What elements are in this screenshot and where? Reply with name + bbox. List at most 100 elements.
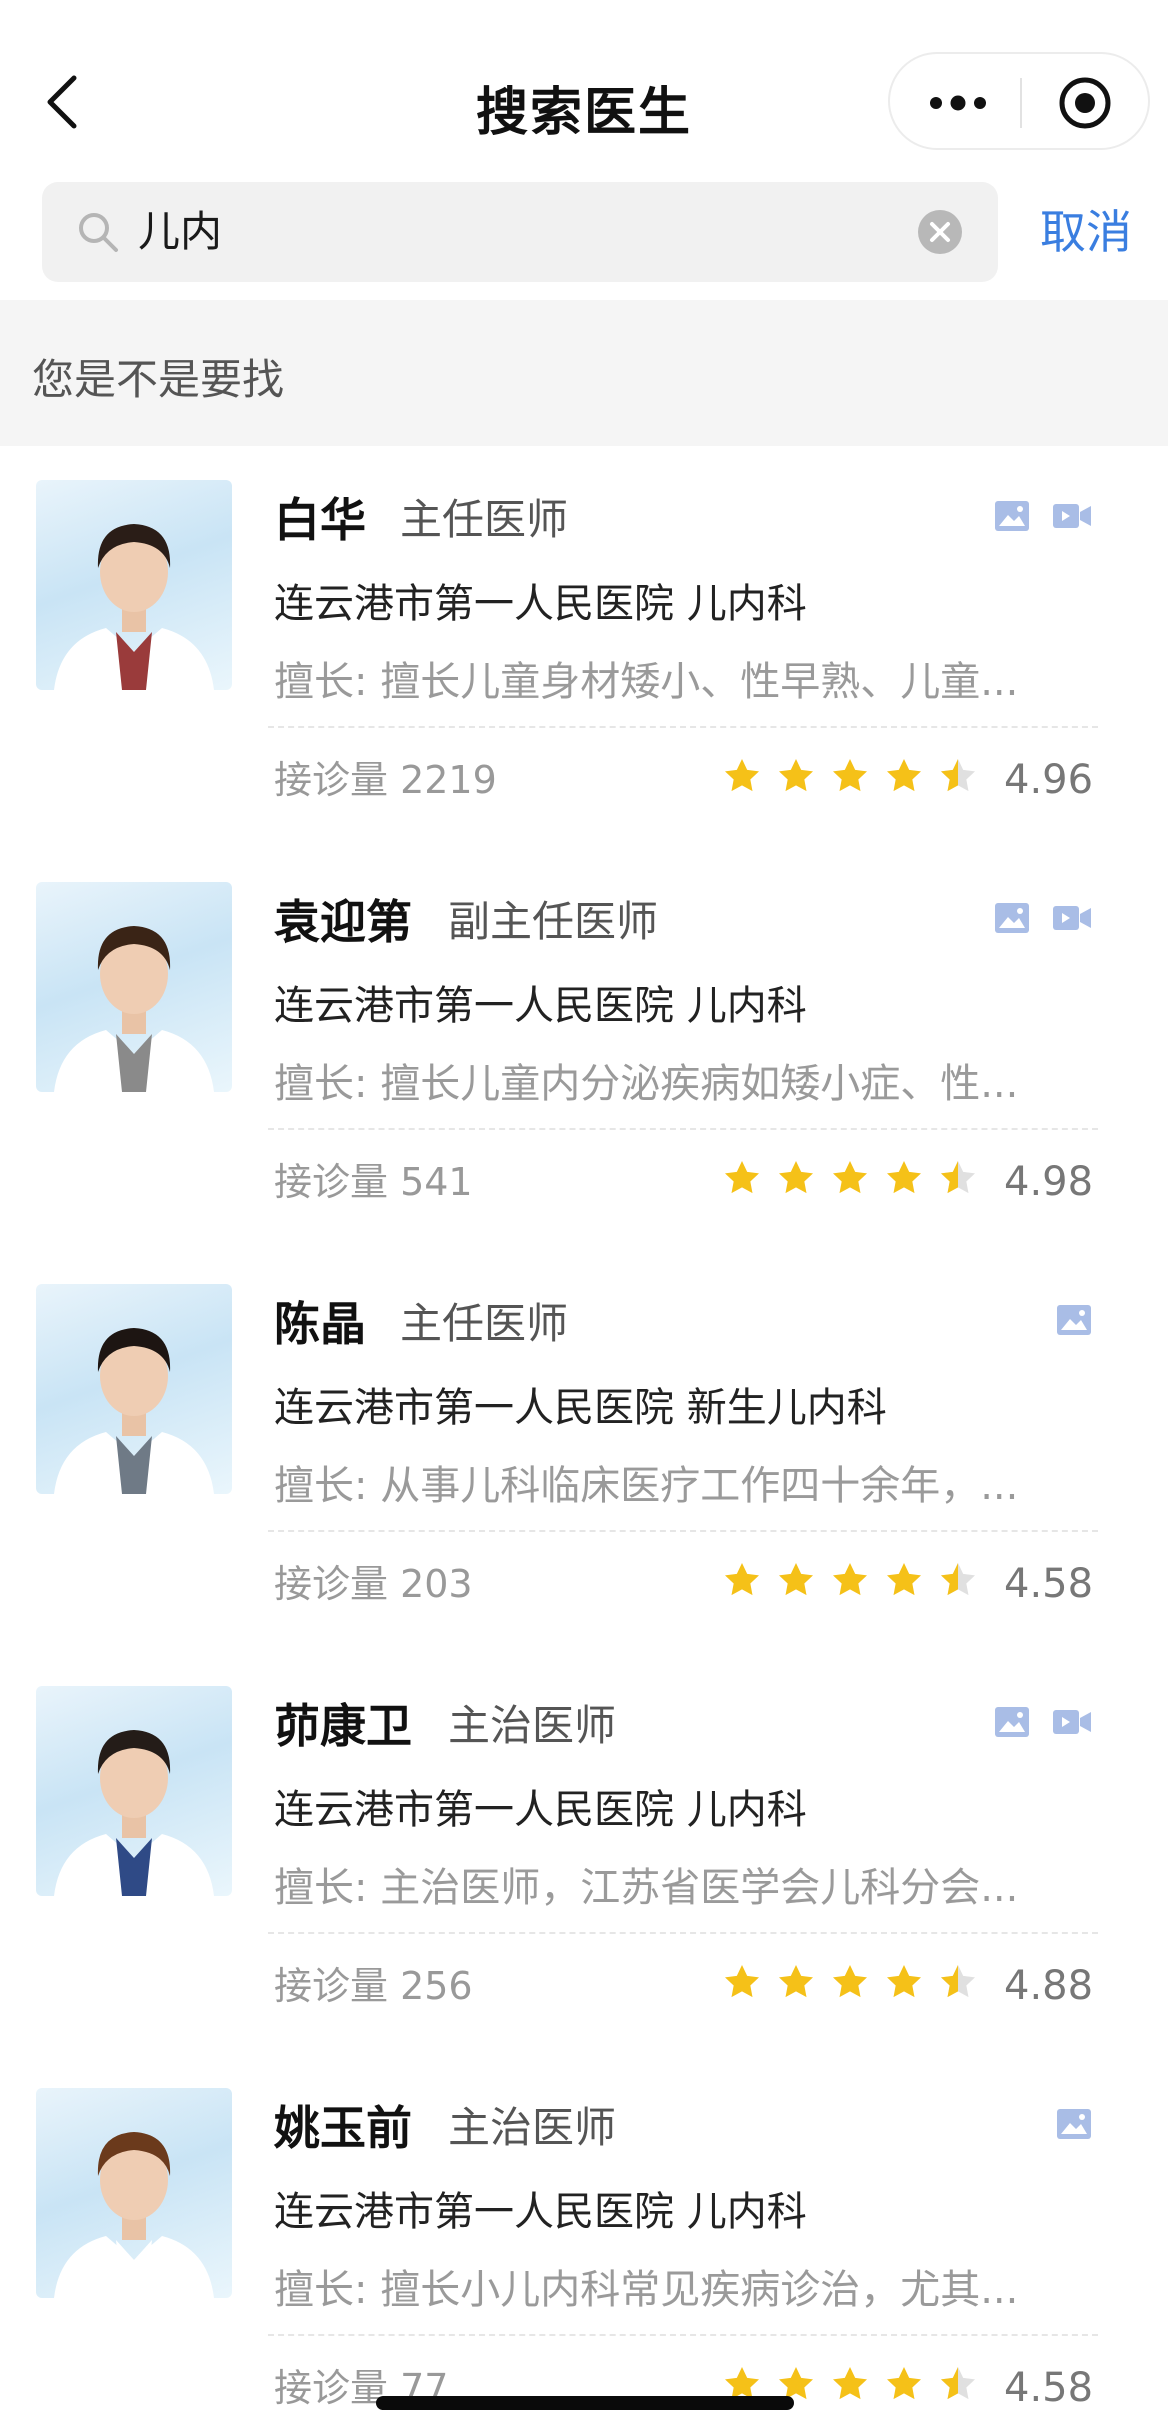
doctor-hospital: 连云港市第一人民医院 新生儿内科 <box>274 1385 887 1431</box>
doctor-title: 副主任医师 <box>448 897 659 946</box>
image-consult-icon[interactable] <box>994 902 1030 938</box>
close-icon <box>930 222 950 242</box>
star-full-icon <box>830 1560 870 1608</box>
more-button[interactable] <box>928 86 988 120</box>
target-circle-icon <box>1059 77 1111 129</box>
star-full-icon <box>776 1560 816 1608</box>
star-full-icon <box>776 756 816 804</box>
search-icon <box>79 213 118 252</box>
doctor-card[interactable]: 陈晶 主任医师 连云港市第一人民医院 新生儿内科 擅长: 从事儿科临床医疗工作四… <box>0 1250 1168 1652</box>
star-half-icon <box>938 1560 978 1608</box>
mini-program-capsule <box>888 52 1150 150</box>
star-full-icon <box>830 2364 870 2412</box>
star-full-icon <box>884 1158 924 1206</box>
star-full-icon <box>830 1962 870 2010</box>
doctor-rating: 4.58 <box>1004 2365 1094 2411</box>
doctor-name: 白华 <box>274 493 366 547</box>
star-full-icon <box>776 1962 816 2010</box>
doctor-rating: 4.96 <box>1004 757 1094 803</box>
rating-stars <box>722 756 978 804</box>
video-consult-icon[interactable] <box>1052 903 1092 937</box>
doctor-title: 主治医师 <box>448 1701 617 1750</box>
close-mini-program-button[interactable] <box>1058 76 1112 130</box>
consult-icons <box>994 900 1092 940</box>
star-full-icon <box>830 1158 870 1206</box>
doctor-rating: 4.88 <box>1004 1963 1094 2009</box>
video-consult-icon[interactable] <box>1052 1707 1092 1741</box>
card-divider <box>268 2334 1098 2336</box>
search-input[interactable]: 儿内 <box>138 204 222 260</box>
doctor-visits: 接诊量 541 <box>274 1160 473 1204</box>
doctor-title: 主任医师 <box>400 1299 569 1348</box>
card-divider <box>268 1530 1098 1532</box>
doctor-rating: 4.58 <box>1004 1561 1094 1607</box>
star-full-icon <box>722 1962 762 2010</box>
doctor-avatar <box>36 480 232 690</box>
video-consult-icon[interactable] <box>1052 501 1092 535</box>
doctor-specialty: 擅长: 擅长儿童身材矮小、性早熟、儿童... <box>274 659 1019 705</box>
doctor-avatar <box>36 882 232 1092</box>
suggestion-header: 您是不是要找 <box>0 300 1168 446</box>
doctor-card[interactable]: 茆康卫 主治医师 连云港市第一人民医院 儿内科 擅长: 主治医师，江苏省医学会儿… <box>0 1652 1168 2054</box>
doctor-card[interactable]: 袁迎第 副主任医师 连云港市第一人民医院 儿内科 擅长: 擅长儿童内分泌疾病如矮… <box>0 848 1168 1250</box>
consult-icons <box>1056 2106 1092 2146</box>
star-full-icon <box>722 1158 762 1206</box>
doctor-hospital: 连云港市第一人民医院 儿内科 <box>274 581 807 627</box>
star-half-icon <box>938 2364 978 2412</box>
doctor-specialty: 擅长: 擅长儿童内分泌疾病如矮小症、性... <box>274 1061 1019 1107</box>
doctor-list: 白华 主任医师 连云港市第一人民医院 儿内科 擅长: 擅长儿童身材矮小、性早熟、… <box>0 446 1168 2421</box>
doctor-hospital: 连云港市第一人民医院 儿内科 <box>274 983 807 1029</box>
search-bar[interactable]: 儿内 <box>42 182 998 282</box>
doctor-name: 陈晶 <box>274 1297 366 1351</box>
consult-icons <box>1056 1302 1092 1342</box>
doctor-title: 主治医师 <box>448 2103 617 2152</box>
cancel-button[interactable]: 取消 <box>1040 202 1132 262</box>
image-consult-icon[interactable] <box>994 1706 1030 1742</box>
suggestion-header-label: 您是不是要找 <box>32 355 285 404</box>
more-dots-icon <box>930 95 986 111</box>
card-divider <box>268 726 1098 728</box>
consult-icons <box>994 498 1092 538</box>
doctor-specialty: 擅长: 主治医师，江苏省医学会儿科分会... <box>274 1865 1019 1911</box>
doctor-hospital: 连云港市第一人民医院 儿内科 <box>274 2189 807 2235</box>
star-full-icon <box>776 1158 816 1206</box>
doctor-avatar <box>36 2088 232 2298</box>
doctor-specialty: 擅长: 从事儿科临床医疗工作四十余年，... <box>274 1463 1019 1509</box>
rating-stars <box>722 1962 978 2010</box>
card-divider <box>268 1128 1098 1130</box>
star-full-icon <box>722 1560 762 1608</box>
doctor-specialty: 擅长: 擅长小儿内科常见疾病诊治，尤其... <box>274 2267 1019 2313</box>
doctor-visits: 接诊量 2219 <box>274 758 497 802</box>
doctor-visits: 接诊量 203 <box>274 1562 473 1606</box>
doctor-card[interactable]: 白华 主任医师 连云港市第一人民医院 儿内科 擅长: 擅长儿童身材矮小、性早熟、… <box>0 446 1168 848</box>
doctor-hospital: 连云港市第一人民医院 儿内科 <box>274 1787 807 1833</box>
doctor-avatar <box>36 1284 232 1494</box>
consult-icons <box>994 1704 1092 1744</box>
rating-stars <box>722 1560 978 1608</box>
home-indicator <box>376 2396 794 2410</box>
doctor-avatar <box>36 1686 232 1896</box>
image-consult-icon[interactable] <box>1056 2108 1092 2144</box>
star-full-icon <box>884 1962 924 2010</box>
doctor-visits: 接诊量 256 <box>274 1964 473 2008</box>
doctor-name: 茆康卫 <box>274 1699 412 1753</box>
navigation-bar: 搜索医生 <box>0 0 1168 176</box>
image-consult-icon[interactable] <box>1056 1304 1092 1340</box>
star-full-icon <box>884 756 924 804</box>
star-full-icon <box>884 2364 924 2412</box>
star-half-icon <box>938 756 978 804</box>
clear-search-button[interactable] <box>918 210 962 254</box>
star-half-icon <box>938 1962 978 2010</box>
star-full-icon <box>722 756 762 804</box>
rating-stars <box>722 1158 978 1206</box>
doctor-title: 主任医师 <box>400 495 569 544</box>
doctor-name: 姚玉前 <box>274 2101 412 2155</box>
card-divider <box>268 1932 1098 1934</box>
doctor-rating: 4.98 <box>1004 1159 1094 1205</box>
star-full-icon <box>830 756 870 804</box>
doctor-card[interactable]: 姚玉前 主治医师 连云港市第一人民医院 儿内科 擅长: 擅长小儿内科常见疾病诊治… <box>0 2054 1168 2421</box>
capsule-divider <box>1020 78 1022 128</box>
image-consult-icon[interactable] <box>994 500 1030 536</box>
doctor-name: 袁迎第 <box>274 895 412 949</box>
star-half-icon <box>938 1158 978 1206</box>
